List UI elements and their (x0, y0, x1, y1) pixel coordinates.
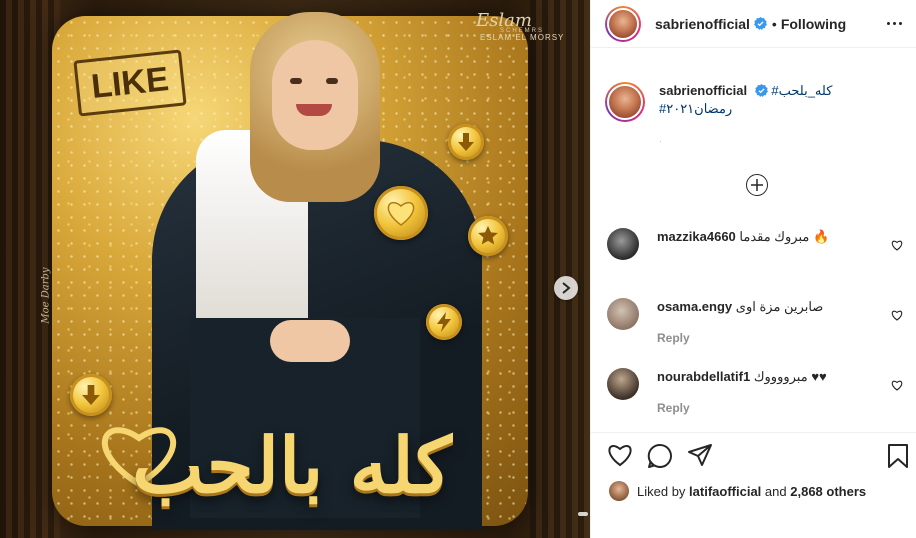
likes-prefix: Liked by (637, 483, 686, 499)
share-paper-plane-icon[interactable] (687, 443, 713, 467)
poster-title: كله بالحب (132, 420, 452, 510)
comment-bubble-icon[interactable] (647, 443, 673, 469)
author-username[interactable]: sabrienofficial (655, 16, 750, 32)
caption-username[interactable]: sabrienofficial (659, 83, 747, 98)
comment-item: nourabdellatif1 مبرووووك ♥♥ Reply (607, 368, 903, 417)
plus-icon (751, 179, 763, 191)
load-more-comments-button[interactable] (746, 174, 768, 196)
carousel-indicator (578, 512, 588, 516)
post-sidebar: sabrienofficial • Following sabrienoffic… (590, 0, 916, 538)
likes-and: and (764, 483, 787, 499)
commenter-username[interactable]: mazzika4660 (657, 229, 736, 244)
caption-text: sabrienofficial #كله_بلحب #رمضان٢٠٢١ (659, 82, 899, 122)
like-heart-icon[interactable] (607, 443, 633, 467)
liker-avatar[interactable] (609, 481, 629, 501)
figure-eye (326, 78, 338, 84)
comment-text: مبروك مقدما 🔥 (739, 229, 830, 244)
post-actions: Liked by latifaofficial and 2,868 others (591, 432, 916, 538)
star-coin-icon (468, 216, 508, 256)
comment-item: mazzika4660 مبروك مقدما 🔥 (607, 228, 903, 260)
comment-like-heart-icon[interactable] (891, 310, 903, 321)
comment-text: صابرين مزة اوى (735, 299, 824, 314)
reply-button[interactable]: Reply (657, 399, 690, 417)
comment-item: osama.engy صابرين مزة اوى Reply (607, 298, 903, 347)
commenter-avatar[interactable] (607, 228, 639, 260)
separator: • (771, 15, 777, 32)
side-signature: Moe Darby (40, 267, 52, 324)
commenter-username[interactable]: nourabdellatif1 (657, 369, 750, 384)
caption-avatar[interactable] (605, 82, 645, 122)
following-button[interactable]: Following (781, 16, 846, 32)
caption-dot: . (659, 134, 662, 145)
hashtag-link[interactable]: #كله_بلحب (771, 83, 832, 98)
comment-text: مبرووووك ♥♥ (753, 369, 827, 384)
liker-username[interactable]: latifaofficial (689, 484, 761, 499)
curtain-right (530, 0, 590, 538)
comment-like-heart-icon[interactable] (891, 240, 903, 251)
lightning-coin-icon (426, 304, 462, 340)
like-badge: LIKE (73, 49, 187, 117)
figure-face (272, 40, 358, 150)
likes-count[interactable]: 2,868 others (790, 484, 866, 499)
commenter-avatar[interactable] (607, 368, 639, 400)
figure-hand (270, 320, 350, 362)
verified-badge-icon (754, 84, 768, 97)
likes-summary: Liked by latifaofficial and 2,868 others (609, 481, 866, 501)
next-slide-button[interactable] (554, 276, 578, 300)
figure-eye (290, 78, 302, 84)
post-image[interactable]: LIKE كله بالحب Eslam SCHEMRS ESLAM EL MO… (0, 0, 590, 538)
post-caption: sabrienofficial #كله_بلحب #رمضان٢٠٢١ (605, 82, 909, 122)
bookmark-icon[interactable] (887, 443, 909, 469)
comment-like-heart-icon[interactable] (891, 380, 903, 391)
heart-coin-icon (374, 186, 428, 240)
author-avatar[interactable] (605, 5, 641, 42)
down-arrow-coin-icon (448, 124, 484, 160)
commenter-avatar[interactable] (607, 298, 639, 330)
reply-button[interactable]: Reply (657, 329, 690, 347)
chevron-right-icon (562, 282, 571, 294)
hashtag-link[interactable]: #رمضان٢٠٢١ (659, 101, 732, 116)
commenter-username[interactable]: osama.engy (657, 299, 732, 314)
designer-credit: ESLAM EL MORSY (480, 33, 565, 42)
verified-badge-icon (754, 17, 767, 30)
post-header: sabrienofficial • Following (591, 0, 916, 48)
more-options-icon[interactable] (887, 22, 902, 25)
